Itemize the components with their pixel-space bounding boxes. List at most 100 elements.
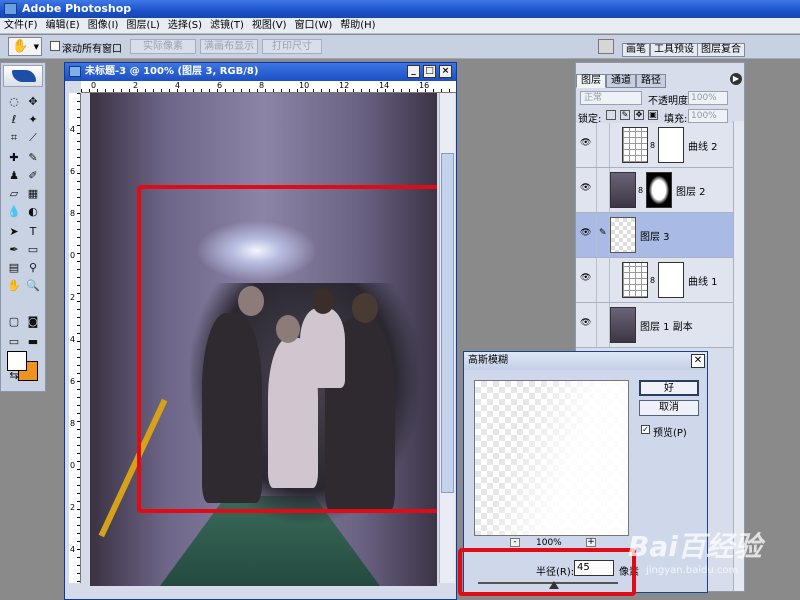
tool-preset-picker[interactable]: ✋ ▼ <box>8 37 42 56</box>
layer-thumbnail[interactable] <box>610 172 636 208</box>
zoom-out-button[interactable]: - <box>510 538 520 547</box>
layer-thumbnail[interactable] <box>610 217 636 253</box>
menu-file[interactable]: 文件(F) <box>0 18 42 34</box>
palette-well-tab-layer-comps[interactable]: 图层复合 <box>697 43 745 57</box>
blur-tool-icon[interactable]: 💧 <box>5 203 23 220</box>
menu-help[interactable]: 帮助(H) <box>336 18 379 34</box>
lock-image-icon[interactable]: ✎ <box>620 110 630 120</box>
layer-mask-thumbnail[interactable] <box>646 172 672 208</box>
tab-layers[interactable]: 图层 <box>576 74 606 88</box>
notes-tool-icon[interactable]: ▤ <box>5 259 23 276</box>
print-size-button[interactable]: 打印尺寸 <box>262 39 322 54</box>
gradient-tool-icon[interactable]: ▦ <box>24 185 42 202</box>
eyedropper-tool-icon[interactable]: ⚲ <box>24 259 42 276</box>
blur-preview-area[interactable] <box>474 380 629 536</box>
scrollbar-thumb[interactable] <box>441 153 454 493</box>
menu-view[interactable]: 视图(V) <box>248 18 291 34</box>
layer-link-cell[interactable] <box>596 123 610 167</box>
fit-screen-button[interactable]: 满画布显示 <box>200 39 258 54</box>
healing-brush-tool-icon[interactable]: ✚ <box>5 149 23 166</box>
layer-link-cell[interactable] <box>596 258 610 302</box>
slice-tool-icon[interactable]: ⟋ <box>24 129 42 146</box>
ruler-left-label: 4 <box>70 125 76 134</box>
layer-row[interactable]: 👁 图层 1 副本 <box>576 303 734 348</box>
menu-filter[interactable]: 滤镜(T) <box>206 18 248 34</box>
brush-edit-cell[interactable]: ✎ <box>596 213 610 257</box>
minimize-button[interactable]: _ <box>407 65 420 78</box>
actual-pixels-button[interactable]: 实际像素 <box>130 39 196 54</box>
layer-thumbnail[interactable] <box>610 307 636 343</box>
layer-link-cell[interactable] <box>596 168 610 212</box>
layer-row[interactable]: 👁 8 图层 2 <box>576 168 734 213</box>
layer-row[interactable]: 👁 8 曲线 2 <box>576 123 734 168</box>
ruler-left-label: 0 <box>70 461 76 470</box>
crop-tool-icon[interactable]: ⌗ <box>5 129 23 146</box>
quick-mask-off-icon[interactable]: ▢ <box>5 313 23 330</box>
zoom-tool-icon[interactable]: 🔍 <box>24 277 42 294</box>
palette-well-tab-tool-presets[interactable]: 工具预设 <box>650 43 698 57</box>
dodge-tool-icon[interactable]: ◐ <box>24 203 42 220</box>
layer-row-selected[interactable]: 👁 ✎ 图层 3 <box>576 213 734 258</box>
document-title-bar[interactable]: 未标题-3 @ 100% (图层 3, RGB/8) _ □ × <box>65 63 456 81</box>
layer-mask-thumbnail[interactable] <box>658 262 684 298</box>
screen-mode-full-icon[interactable]: ▬ <box>24 333 42 350</box>
opacity-input[interactable]: 100% <box>688 91 728 105</box>
layer-link-cell[interactable] <box>596 303 610 347</box>
vertical-ruler[interactable]: 4 6 8 0 2 4 6 8 0 2 4 <box>69 93 81 583</box>
close-icon[interactable]: ✕ <box>691 354 705 368</box>
pen-tool-icon[interactable]: ✒ <box>5 241 23 258</box>
layer-name: 曲线 2 <box>688 142 718 153</box>
eye-icon[interactable]: 👁 <box>580 184 591 193</box>
dialog-title: 高斯模糊 <box>468 355 508 366</box>
lock-all-icon[interactable]: ▣ <box>648 110 658 120</box>
close-button[interactable]: × <box>439 65 452 78</box>
tab-channels[interactable]: 通道 <box>606 74 636 88</box>
menu-select[interactable]: 选择(S) <box>164 18 206 34</box>
menu-window[interactable]: 窗口(W) <box>291 18 337 34</box>
dialog-title-bar[interactable]: 高斯模糊 ✕ <box>464 352 707 370</box>
layer-row[interactable]: 👁 8 曲线 1 <box>576 258 734 303</box>
maximize-button[interactable]: □ <box>423 65 436 78</box>
history-brush-tool-icon[interactable]: ✐ <box>24 167 42 184</box>
eye-icon[interactable]: 👁 <box>580 229 591 238</box>
path-selection-tool-icon[interactable]: ➤ <box>5 223 23 240</box>
eye-icon[interactable]: 👁 <box>580 319 591 328</box>
palette-well-tab-brushes[interactable]: 画笔 <box>622 43 650 57</box>
blend-mode-select[interactable]: 正常 <box>580 91 642 105</box>
screen-mode-standard-icon[interactable]: ▭ <box>5 333 23 350</box>
horizontal-ruler[interactable]: 0 2 4 6 8 10 12 14 16 <box>81 81 456 93</box>
scroll-all-windows-checkbox[interactable] <box>50 41 60 51</box>
zoom-in-button[interactable]: + <box>586 538 596 547</box>
panel-menu-arrow-icon[interactable]: ▶ <box>730 73 742 85</box>
marquee-tool-icon[interactable]: ◌ <box>5 93 23 110</box>
shape-tool-icon[interactable]: ▭ <box>24 241 42 258</box>
fill-input[interactable]: 100% <box>688 109 728 123</box>
eye-icon[interactable]: 👁 <box>580 139 591 148</box>
type-tool-icon[interactable]: T <box>24 223 42 240</box>
brush-tool-icon[interactable]: ✎ <box>24 149 42 166</box>
layer-name: 图层 1 副本 <box>640 322 693 333</box>
foreground-color-swatch[interactable] <box>7 351 27 371</box>
hand-tool-icon[interactable]: ✋ <box>5 277 23 294</box>
lasso-tool-icon[interactable]: ℓ <box>5 111 23 128</box>
clone-stamp-tool-icon[interactable]: ♟ <box>5 167 23 184</box>
photoshop-feather-logo[interactable] <box>3 65 43 87</box>
move-tool-icon[interactable]: ✥ <box>24 93 42 110</box>
eye-icon[interactable]: 👁 <box>580 274 591 283</box>
lock-position-icon[interactable]: ✥ <box>634 110 644 120</box>
document-vertical-scrollbar[interactable] <box>439 93 455 583</box>
image-canvas[interactable] <box>90 93 437 586</box>
menu-layer[interactable]: 图层(L) <box>122 18 163 34</box>
hand-tool-icon: ✋ <box>12 39 29 54</box>
ok-button[interactable]: 好 <box>639 380 699 396</box>
menu-image[interactable]: 图像(I) <box>84 18 123 34</box>
lock-transparent-icon[interactable] <box>606 110 616 120</box>
tab-paths[interactable]: 路径 <box>636 74 666 88</box>
quick-mask-on-icon[interactable]: ◙ <box>24 313 42 330</box>
menu-edit[interactable]: 编辑(E) <box>42 18 84 34</box>
magic-wand-tool-icon[interactable]: ✦ <box>24 111 42 128</box>
cancel-button[interactable]: 取消 <box>639 400 699 416</box>
preview-checkbox[interactable]: ✓ <box>641 425 650 434</box>
layer-mask-thumbnail[interactable] <box>658 127 684 163</box>
eraser-tool-icon[interactable]: ▱ <box>5 185 23 202</box>
